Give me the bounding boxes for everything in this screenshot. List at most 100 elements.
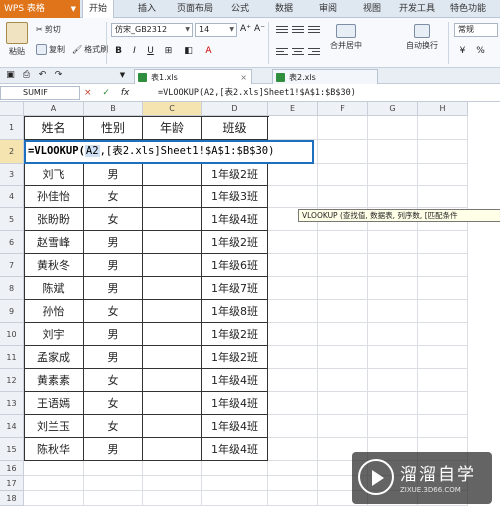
cell-a8[interactable]: 陈斌 — [24, 277, 84, 300]
cell-e12[interactable] — [268, 369, 318, 392]
cell-e17[interactable] — [268, 476, 318, 491]
cell-a17[interactable] — [24, 476, 84, 491]
cell-c7[interactable] — [143, 254, 202, 277]
undo-icon[interactable]: ↶ — [36, 69, 49, 82]
chevron-down-icon[interactable]: ▼ — [116, 69, 129, 82]
borders-icon[interactable]: ⊞ — [162, 45, 175, 58]
column-header-a[interactable]: A — [24, 102, 84, 116]
cell-h3[interactable] — [418, 164, 468, 186]
cell-a10[interactable]: 刘宇 — [24, 323, 84, 346]
cell-d16[interactable] — [202, 461, 268, 476]
row-header-16[interactable]: 16 — [0, 461, 24, 476]
formula-input[interactable]: =VLOOKUP(A2,[表2.xls]Sheet1!$A$1:$B$30) — [158, 86, 498, 100]
cell-e16[interactable] — [268, 461, 318, 476]
cell-a1[interactable]: 姓名 — [24, 116, 84, 140]
cell-a16[interactable] — [24, 461, 84, 476]
select-all-corner[interactable] — [0, 102, 24, 116]
fill-color-icon[interactable]: ◧ — [182, 45, 195, 58]
cell-f2[interactable] — [318, 140, 368, 164]
cell-b18[interactable] — [84, 491, 143, 506]
cell-d15[interactable]: 1年级4班 — [202, 438, 268, 461]
cell-h12[interactable] — [418, 369, 468, 392]
cell-a9[interactable]: 孙怡 — [24, 300, 84, 323]
cell-d3[interactable]: 1年级2班 — [202, 164, 268, 186]
cell-c6[interactable] — [143, 231, 202, 254]
cell-a3[interactable]: 刘飞 — [24, 164, 84, 186]
cell-g12[interactable] — [368, 369, 418, 392]
cell-h7[interactable] — [418, 254, 468, 277]
italic-button[interactable]: I — [128, 45, 141, 58]
name-box[interactable]: SUMIF — [0, 86, 80, 100]
cell-a11[interactable]: 孟家成 — [24, 346, 84, 369]
cell-f9[interactable] — [318, 300, 368, 323]
cell-a7[interactable]: 黄秋冬 — [24, 254, 84, 277]
cell-f10[interactable] — [318, 323, 368, 346]
cell-f12[interactable] — [318, 369, 368, 392]
cell-c11[interactable] — [143, 346, 202, 369]
currency-icon[interactable]: ¥ — [456, 45, 469, 58]
close-icon[interactable]: × — [240, 70, 247, 85]
cell-g9[interactable] — [368, 300, 418, 323]
cell-d8[interactable]: 1年级7班 — [202, 277, 268, 300]
row-header-15[interactable]: 15 — [0, 438, 24, 461]
cell-f3[interactable] — [318, 164, 368, 186]
cell-a18[interactable] — [24, 491, 84, 506]
cell-e15[interactable] — [268, 438, 318, 461]
tab-page-layout[interactable]: 页面布局 — [172, 0, 218, 18]
cell-e14[interactable] — [268, 415, 318, 438]
cell-g6[interactable] — [368, 231, 418, 254]
row-header-12[interactable]: 12 — [0, 369, 24, 392]
cell-b12[interactable]: 女 — [84, 369, 143, 392]
cell-h14[interactable] — [418, 415, 468, 438]
cancel-button[interactable]: × — [84, 88, 92, 98]
cell-d9[interactable]: 1年级8班 — [202, 300, 268, 323]
cell-d4[interactable]: 1年级3班 — [202, 186, 268, 208]
format-painter-button[interactable]: 🖌 格式刷 — [72, 44, 108, 55]
cell-h2[interactable] — [418, 140, 468, 164]
cell-g1[interactable] — [368, 116, 418, 140]
cell-b9[interactable]: 女 — [84, 300, 143, 323]
row-header-8[interactable]: 8 — [0, 277, 24, 300]
cell-d5[interactable]: 1年级4班 — [202, 208, 268, 231]
cell-e6[interactable] — [268, 231, 318, 254]
cell-e3[interactable] — [268, 164, 318, 186]
column-header-h[interactable]: H — [418, 102, 468, 116]
cell-c5[interactable] — [143, 208, 202, 231]
cell-e1[interactable] — [268, 116, 318, 140]
cell-g11[interactable] — [368, 346, 418, 369]
cell-h8[interactable] — [418, 277, 468, 300]
align-top-icon[interactable] — [276, 26, 288, 36]
cell-c1[interactable]: 年龄 — [143, 116, 202, 140]
percent-icon[interactable]: % — [474, 45, 487, 58]
cell-b11[interactable]: 男 — [84, 346, 143, 369]
cell-d14[interactable]: 1年级4班 — [202, 415, 268, 438]
cell-b13[interactable]: 女 — [84, 392, 143, 415]
cell-c3[interactable] — [143, 164, 202, 186]
cell-a5[interactable]: 张盼盼 — [24, 208, 84, 231]
cell-c15[interactable] — [143, 438, 202, 461]
cell-h4[interactable] — [418, 186, 468, 208]
tab-features[interactable]: 特色功能 — [446, 0, 490, 18]
cell-f1[interactable] — [318, 116, 368, 140]
row-header-2[interactable]: 2 — [0, 140, 24, 164]
print-icon[interactable]: ⎙ — [20, 69, 33, 82]
row-header-13[interactable]: 13 — [0, 392, 24, 415]
font-name-select[interactable]: 仿宋_GB2312 ▼ — [111, 23, 193, 37]
shrink-font-button[interactable]: A⁻ — [253, 23, 266, 36]
cell-c10[interactable] — [143, 323, 202, 346]
cell-e10[interactable] — [268, 323, 318, 346]
cell-d6[interactable]: 1年级2班 — [202, 231, 268, 254]
cell-e11[interactable] — [268, 346, 318, 369]
cell-f6[interactable] — [318, 231, 368, 254]
cell-g3[interactable] — [368, 164, 418, 186]
row-header-14[interactable]: 14 — [0, 415, 24, 438]
cell-h10[interactable] — [418, 323, 468, 346]
cell-d10[interactable]: 1年级2班 — [202, 323, 268, 346]
row-header-1[interactable]: 1 — [0, 116, 24, 140]
merge-center-button[interactable]: 合并居中 — [330, 24, 362, 51]
cell-b6[interactable]: 男 — [84, 231, 143, 254]
cell-b7[interactable]: 男 — [84, 254, 143, 277]
align-center-icon[interactable] — [292, 48, 304, 58]
column-header-g[interactable]: G — [368, 102, 418, 116]
row-header-9[interactable]: 9 — [0, 300, 24, 323]
